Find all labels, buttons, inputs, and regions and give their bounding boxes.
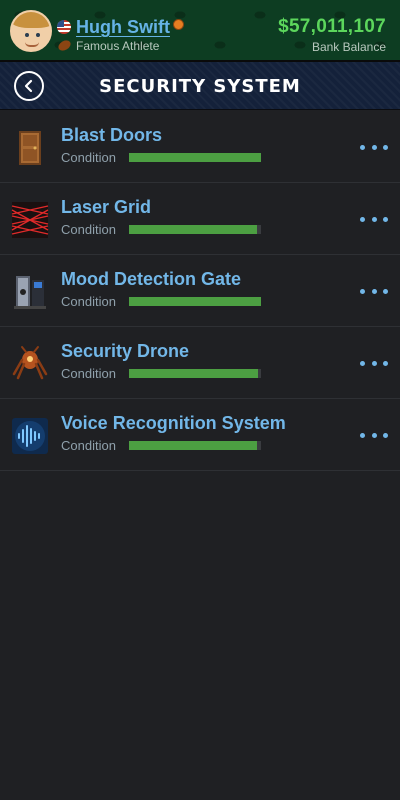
page-title: SECURITY SYSTEM (99, 76, 301, 97)
avatar-mouth (25, 42, 39, 47)
more-options-icon[interactable] (360, 425, 388, 445)
occupation-label: Famous Athlete (76, 39, 160, 53)
more-options-icon[interactable] (360, 209, 388, 229)
avatar-eye (25, 33, 29, 37)
gate-icon (14, 276, 46, 309)
drone-icon (12, 346, 48, 380)
profile-header: Hugh Swift Famous Athlete $57,011,107 Ba… (0, 0, 400, 62)
item-title: Mood Detection Gate (61, 269, 242, 289)
condition-label: Condition (61, 222, 116, 237)
us-flag-icon (57, 20, 71, 34)
bank-balance-value: $57,011,107 (278, 16, 386, 37)
avatar[interactable] (10, 10, 52, 52)
condition-bar-fill (129, 369, 259, 378)
condition-bar (129, 225, 261, 234)
bank-balance-label: Bank Balance (311, 40, 386, 54)
title-bar: SECURITY SYSTEM (0, 62, 400, 110)
condition-label: Condition (61, 438, 116, 453)
item-title: Voice Recognition System (61, 413, 286, 433)
list-item-voice-recognition-system[interactable]: Voice Recognition System Condition (0, 399, 400, 471)
character-name-link[interactable]: Hugh Swift (76, 17, 170, 38)
more-options-icon[interactable] (360, 281, 388, 301)
avatar-eye (36, 33, 40, 37)
list-item-security-drone[interactable]: Security Drone Condition (0, 327, 400, 399)
condition-bar (129, 297, 261, 306)
list-item-blast-doors[interactable]: Blast Doors Condition (0, 111, 400, 183)
condition-label: Condition (61, 294, 116, 309)
door-icon (19, 131, 41, 165)
condition-label: Condition (61, 366, 116, 381)
laser-grid-icon (11, 202, 49, 238)
list-item-laser-grid[interactable]: Laser Grid Condition (0, 183, 400, 255)
more-options-icon[interactable] (360, 353, 388, 373)
condition-bar (129, 153, 261, 162)
item-title: Laser Grid (61, 197, 152, 217)
basketball-icon (173, 19, 184, 30)
condition-bar (129, 441, 261, 450)
condition-label: Condition (61, 150, 116, 165)
condition-bar-fill (129, 297, 261, 306)
voice-recognition-icon (12, 418, 48, 454)
condition-bar-fill (129, 225, 258, 234)
more-options-icon[interactable] (360, 137, 388, 157)
football-icon (56, 38, 73, 53)
security-items-list: Blast Doors Condition Laser Grid Conditi… (0, 111, 400, 471)
condition-bar-fill (129, 153, 261, 162)
condition-bar (129, 369, 261, 378)
avatar-hair (12, 12, 50, 28)
list-item-mood-detection-gate[interactable]: Mood Detection Gate Condition (0, 255, 400, 327)
condition-bar-fill (129, 441, 258, 450)
item-title: Blast Doors (61, 125, 163, 145)
item-title: Security Drone (61, 341, 190, 361)
